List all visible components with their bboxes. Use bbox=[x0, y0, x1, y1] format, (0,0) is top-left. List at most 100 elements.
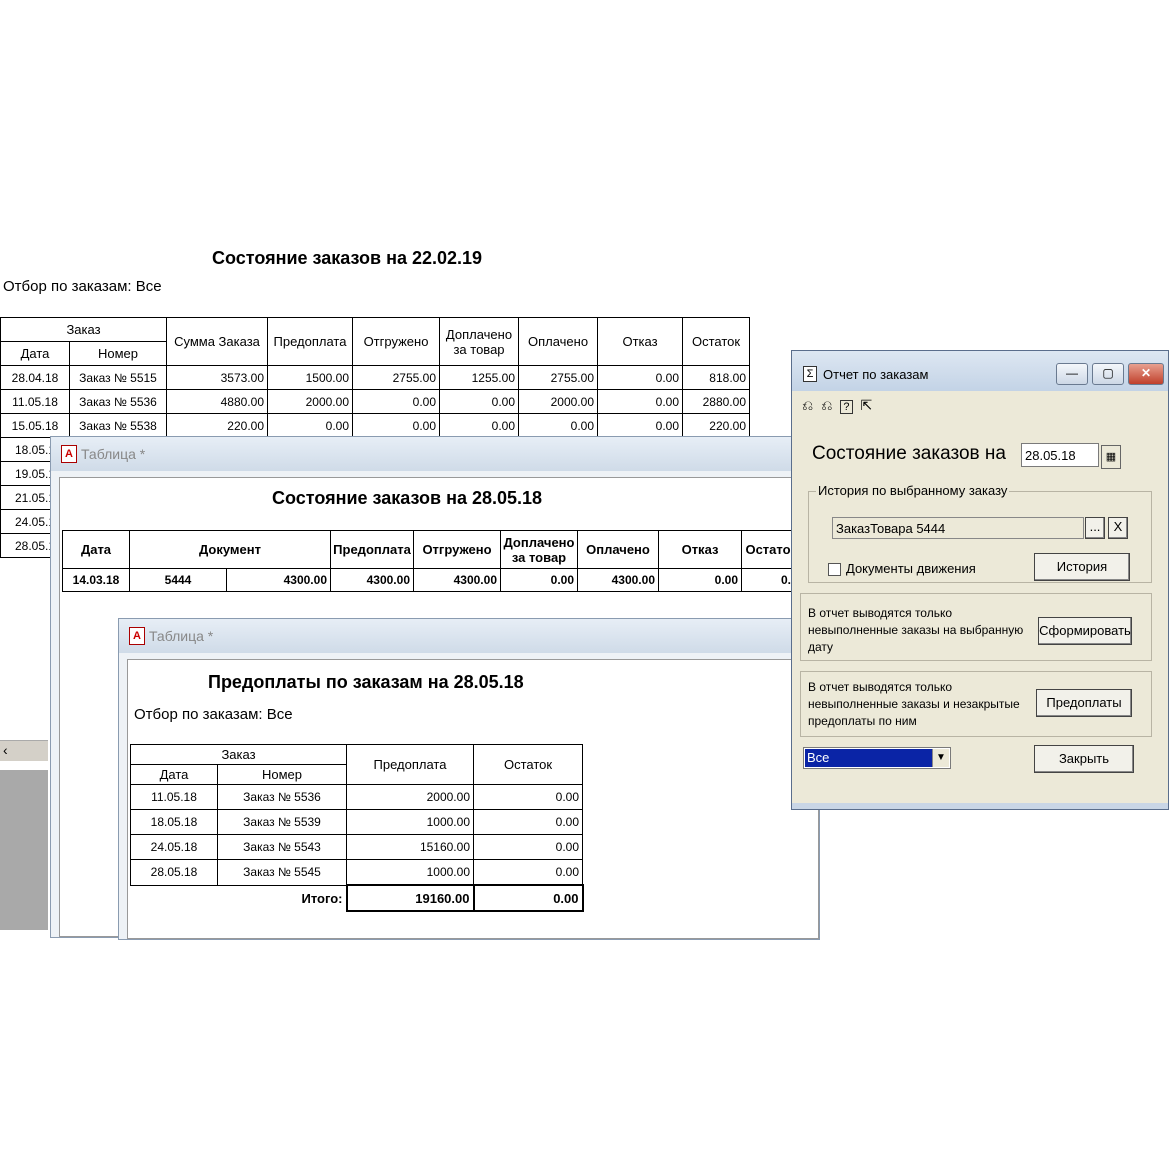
dialog-body: ⎌⎌? ⇱ Состояние заказов на 28.05.18 ▦ Ист… bbox=[792, 391, 1168, 803]
cell-prepay: 0.00 bbox=[267, 413, 353, 438]
cell-doc-number: 5444 bbox=[129, 568, 227, 592]
cell-prepay: 4300.00 bbox=[330, 568, 414, 592]
cell-refused: 0.00 bbox=[597, 389, 683, 414]
cell-sum: 4880.00 bbox=[166, 389, 268, 414]
cell-paid: 0.00 bbox=[518, 413, 598, 438]
cell-rest: 220.00 bbox=[682, 413, 750, 438]
col-order: Заказ bbox=[0, 317, 167, 342]
prepay-description: В отчет выводятся только невыполненные з… bbox=[808, 680, 1020, 728]
docs-checkbox[interactable] bbox=[828, 563, 841, 576]
cell-rest: 2880.00 bbox=[682, 389, 750, 414]
total-prepay: 19160.00 bbox=[345, 884, 475, 912]
table-row: 15.05.18 Заказ № 5538 220.00 0.00 0.00 0… bbox=[0, 413, 750, 438]
report-page: Предоплаты по заказам на 28.05.18 Отбор … bbox=[127, 659, 819, 939]
form-description: В отчет выводятся только невыполненные з… bbox=[808, 606, 1024, 654]
report-title: Предоплаты по заказам на 28.05.18 bbox=[208, 672, 524, 692]
maximize-button[interactable]: ▢ bbox=[1092, 363, 1124, 385]
cell-prepay: 1000.00 bbox=[346, 859, 474, 886]
undo-lock-icon[interactable]: ⎌ bbox=[802, 397, 821, 413]
table-window-prepayments[interactable]: A Таблица * Предоплаты по заказам на 28.… bbox=[118, 618, 820, 940]
docs-checkbox-label: Документы движения bbox=[846, 561, 976, 576]
col-shipped: Отгружено bbox=[352, 317, 440, 366]
report-filter: Отбор по заказам: Все bbox=[3, 278, 162, 295]
filter-select-value[interactable]: Все bbox=[804, 748, 933, 768]
horizontal-scrollbar[interactable]: ‹ bbox=[0, 740, 48, 761]
cell-date: 28.04.18 bbox=[0, 365, 70, 390]
chevron-down-icon[interactable]: ▼ bbox=[932, 749, 949, 767]
cell-date: 15.05.18 bbox=[0, 413, 70, 438]
cell-number: Заказ № 5543 bbox=[217, 834, 347, 860]
cell-extra: 1255.00 bbox=[439, 365, 519, 390]
col-paid: Оплачено bbox=[518, 317, 598, 366]
table-row: 24.05.18 Заказ № 5543 15160.00 0.00 bbox=[130, 834, 583, 860]
cell-doc-sum: 4300.00 bbox=[226, 568, 331, 592]
help-icon[interactable]: ? bbox=[840, 400, 853, 414]
dialog-title: Отчет по заказам bbox=[823, 367, 929, 382]
order-field[interactable]: ЗаказТовара 5444 bbox=[832, 517, 1084, 539]
prepayments-button[interactable]: Предоплаты bbox=[1036, 689, 1132, 717]
state-label: Состояние заказов на bbox=[812, 443, 1006, 464]
cell-paid: 2755.00 bbox=[518, 365, 598, 390]
col-paid: Оплачено bbox=[577, 530, 659, 569]
orders-report-dialog[interactable]: Σ Отчет по заказам — ▢ ✕ ⎌⎌? ⇱ Состояние … bbox=[791, 350, 1169, 810]
cell-number: Заказ № 5515 bbox=[69, 365, 167, 390]
cell-number: Заказ № 5545 bbox=[217, 859, 347, 886]
col-rest: Остаток bbox=[682, 317, 750, 366]
orders-state-table: Дата Документ Предоплата Отгружено Допла… bbox=[62, 530, 794, 592]
cell-rest: 818.00 bbox=[682, 365, 750, 390]
prepayments-table: Заказ Предоплата Остаток Дата Номер 11.0… bbox=[130, 744, 584, 912]
cell-prepay: 1500.00 bbox=[267, 365, 353, 390]
redo-lock-icon[interactable]: ⎌ bbox=[821, 397, 840, 413]
cell-paid: 4300.00 bbox=[577, 568, 659, 592]
sigma-icon: Σ bbox=[803, 366, 817, 382]
cell-number: Заказ № 5536 bbox=[69, 389, 167, 414]
report-filter: Отбор по заказам: Все bbox=[134, 706, 293, 723]
whats-this-icon[interactable]: ⇱ bbox=[861, 397, 881, 413]
cell-extra: 0.00 bbox=[500, 568, 578, 592]
report-title: Состояние заказов на 28.05.18 bbox=[272, 488, 543, 508]
filter-select[interactable]: Все ▼ bbox=[803, 747, 951, 769]
table-doc-icon: A bbox=[129, 627, 145, 645]
cell-prepay: 2000.00 bbox=[267, 389, 353, 414]
cell-sum: 220.00 bbox=[166, 413, 268, 438]
window-titlebar[interactable]: A Таблица * bbox=[119, 619, 819, 653]
cell-rest: 0. bbox=[741, 568, 794, 592]
col-document: Документ bbox=[129, 530, 331, 569]
cell-number: Заказ № 5536 bbox=[217, 784, 347, 810]
col-number: Номер bbox=[217, 764, 347, 785]
col-rest: Остато bbox=[741, 530, 794, 569]
close-window-button[interactable]: ✕ bbox=[1128, 363, 1164, 385]
window-title: Таблица * bbox=[81, 446, 146, 462]
dialog-titlebar[interactable]: Σ Отчет по заказам — ▢ ✕ bbox=[792, 351, 1168, 391]
date-field[interactable]: 28.05.18 bbox=[1021, 443, 1099, 467]
cell-shipped: 0.00 bbox=[352, 389, 440, 414]
cell-date: 24.05.18 bbox=[130, 834, 218, 860]
col-number: Номер bbox=[69, 341, 167, 366]
cell-shipped: 2755.00 bbox=[352, 365, 440, 390]
col-order: Заказ bbox=[130, 744, 347, 765]
history-button[interactable]: История bbox=[1034, 553, 1130, 581]
form-report-button[interactable]: Сформировать bbox=[1038, 617, 1132, 645]
col-extra-paid: Доплачено за товар bbox=[500, 530, 578, 569]
clear-button[interactable]: X bbox=[1108, 517, 1128, 539]
scroll-left-icon[interactable]: ‹ bbox=[3, 742, 8, 758]
window-titlebar[interactable]: A Таблица * bbox=[51, 437, 811, 471]
cell-extra: 0.00 bbox=[439, 413, 519, 438]
table-doc-icon: A bbox=[61, 445, 77, 463]
calendar-icon[interactable]: ▦ bbox=[1101, 445, 1121, 469]
close-button[interactable]: Закрыть bbox=[1034, 745, 1134, 773]
cell-rest: 0.00 bbox=[473, 859, 583, 886]
cell-rest: 0.00 bbox=[473, 834, 583, 860]
minimize-button[interactable]: — bbox=[1056, 363, 1088, 385]
cell-date: 11.05.18 bbox=[130, 784, 218, 810]
col-date: Дата bbox=[130, 764, 218, 785]
window-title: Таблица * bbox=[149, 628, 214, 644]
cell-sum: 3573.00 bbox=[166, 365, 268, 390]
browse-button[interactable]: ... bbox=[1085, 517, 1105, 539]
cell-extra: 0.00 bbox=[439, 389, 519, 414]
col-sum: Сумма Заказа bbox=[166, 317, 268, 366]
cell-shipped: 0.00 bbox=[352, 413, 440, 438]
table-row: 11.05.18 Заказ № 5536 4880.00 2000.00 0.… bbox=[0, 389, 750, 414]
cell-refused: 0.00 bbox=[597, 365, 683, 390]
report-title: Состояние заказов на 22.02.19 bbox=[212, 248, 483, 268]
